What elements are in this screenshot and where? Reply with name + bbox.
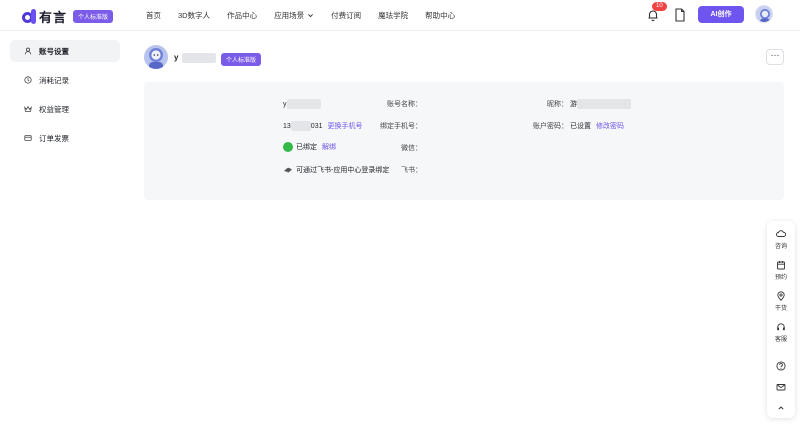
appointment-button[interactable]: 预约 [767, 260, 795, 281]
password-label: 账户密码： [533, 123, 568, 130]
consult-button[interactable]: 咨询 [767, 229, 795, 250]
sidebar-item-label: 订单发票 [39, 133, 69, 143]
sidebar-item-label: 权益管理 [39, 104, 69, 114]
account-name-value: y [283, 99, 321, 109]
logo-text: 有言 [39, 10, 68, 25]
help-button[interactable] [767, 361, 795, 373]
logo-mark-icon [22, 8, 36, 25]
nickname-value: 游 [570, 99, 631, 109]
nickname-label: 昵称： [547, 101, 568, 108]
back-to-top-button[interactable] [767, 403, 795, 415]
calendar-icon [777, 261, 785, 270]
question-icon [776, 361, 786, 371]
chevron-up-icon [778, 406, 784, 410]
customer-service-button[interactable]: 客服 [767, 322, 795, 343]
wechat-value: 已绑定 解绑 [283, 142, 336, 152]
header-divider [0, 30, 800, 31]
nav-help[interactable]: 帮助中心 [425, 10, 455, 21]
top-header: 有言 个人标准版 首页 3D数字人 作品中心 应用场景 付费订阅 魔珐学院 帮助… [0, 0, 800, 30]
nav-works[interactable]: 作品中心 [227, 10, 257, 21]
plan-badge: 个人标准版 [73, 10, 114, 23]
change-phone-link[interactable]: 更换手机号 [327, 121, 362, 131]
password-value: 已设置 修改密码 [570, 121, 624, 131]
sidebar-item-label: 消耗记录 [39, 75, 69, 85]
nav-3d-avatar[interactable]: 3D数字人 [178, 10, 210, 21]
clock-icon [24, 76, 32, 84]
resources-button[interactable]: 干货 [767, 291, 795, 312]
profile-avatar[interactable] [144, 45, 168, 69]
sidebar-item-account-settings[interactable]: 账号设置 [10, 40, 120, 62]
logo[interactable]: 有言 个人标准版 [22, 7, 114, 26]
user-icon [24, 47, 32, 55]
more-options-button[interactable]: ··· [766, 49, 784, 65]
sidebar-item-usage-records[interactable]: 消耗记录 [10, 69, 120, 91]
card-icon [24, 135, 32, 141]
profile-plan-badge: 个人标准版 [221, 53, 262, 66]
wechat-icon [283, 142, 293, 152]
document-icon[interactable] [674, 8, 686, 22]
lark-label: 飞书： [401, 167, 422, 174]
change-password-link[interactable]: 修改密码 [596, 121, 624, 131]
lark-value: 可通过飞书-应用中心登录绑定 [283, 165, 389, 175]
unbind-wechat-link[interactable]: 解绑 [322, 142, 336, 152]
profile-header: y 个人标准版 ··· [144, 45, 784, 71]
crown-icon [24, 105, 32, 112]
nav-academy[interactable]: 魔珐学院 [378, 10, 408, 21]
avatar-figure-icon [149, 48, 163, 69]
account-info-card: 账号名称： y 昵称： 游 绑定手机号： 13 031 更换手机号 账户密码： … [144, 82, 784, 200]
sidebar-item-benefits[interactable]: 权益管理 [10, 98, 120, 120]
redacted-block [181, 53, 216, 63]
nav-scenarios[interactable]: 应用场景 [274, 10, 314, 21]
headset-icon [777, 323, 785, 331]
profile-name: y [174, 53, 216, 63]
user-avatar[interactable] [755, 5, 773, 23]
floating-toolbar: 咨询 预约 干货 客服 [767, 221, 795, 418]
ai-create-button[interactable]: AI创作 [698, 6, 744, 23]
chat-cloud-icon [776, 230, 786, 237]
phone-value: 13 031 更换手机号 [283, 121, 363, 131]
redacted-block [290, 121, 311, 131]
redacted-block [286, 99, 321, 109]
account-name-label: 账号名称： [387, 101, 422, 108]
lark-icon [283, 167, 292, 173]
chevron-down-icon [308, 14, 314, 18]
mail-icon [776, 384, 786, 391]
notification-count-badge: 10 [652, 2, 667, 11]
location-pin-icon [777, 291, 785, 301]
main-nav: 首页 3D数字人 作品中心 应用场景 付费订阅 魔珐学院 帮助中心 [146, 10, 472, 21]
nav-subscription[interactable]: 付费订阅 [331, 10, 361, 21]
redacted-block [577, 99, 631, 109]
mail-button[interactable] [767, 382, 795, 394]
avatar-figure-icon [760, 9, 770, 22]
wechat-label: 微信： [401, 145, 422, 152]
sidebar-item-orders-invoices[interactable]: 订单发票 [10, 127, 120, 149]
sidebar-item-label: 账号设置 [39, 46, 69, 56]
phone-label: 绑定手机号： [380, 123, 422, 130]
sidebar: 账号设置 消耗记录 权益管理 订单发票 [10, 40, 120, 156]
nav-home[interactable]: 首页 [146, 10, 161, 21]
